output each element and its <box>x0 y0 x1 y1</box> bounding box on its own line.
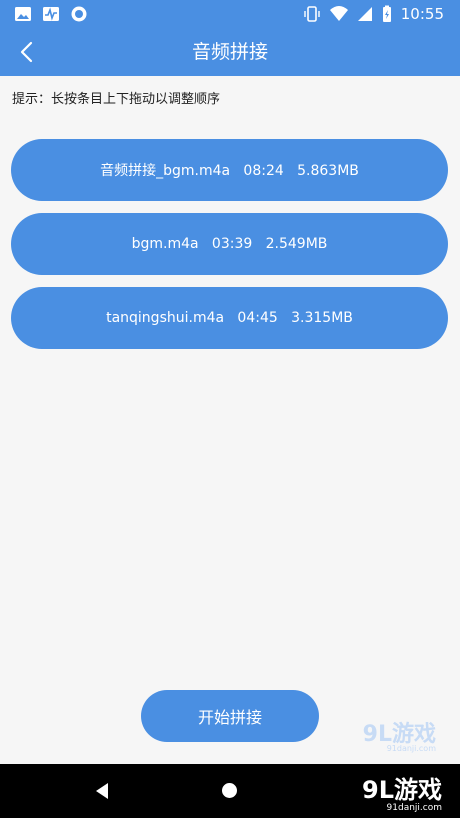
activity-notification-icon <box>43 7 59 21</box>
track-label: bgm.m4a 03:39 2.549MB <box>131 236 328 252</box>
app-bar: 音频拼接 <box>0 28 460 76</box>
nav-back-icon[interactable] <box>94 782 110 800</box>
track-item[interactable]: 音频拼接_bgm.m4a 08:24 5.863MB <box>11 139 448 201</box>
watermark-footer-site: 91danji.com <box>386 803 442 813</box>
record-notification-icon <box>71 6 87 22</box>
watermark-logo: 9L游戏 91danji.com <box>363 716 436 753</box>
track-label: 音频拼接_bgm.m4a 08:24 5.863MB <box>100 163 359 179</box>
track-list: 音频拼接_bgm.m4a 08:24 5.863MB bgm.m4a 03:39… <box>11 139 448 361</box>
track-label: tanqingshui.m4a 04:45 3.315MB <box>106 310 353 326</box>
nav-home-icon[interactable] <box>222 783 237 798</box>
status-bar: 10:55 <box>0 0 460 28</box>
track-item[interactable]: tanqingshui.m4a 04:45 3.315MB <box>11 287 448 349</box>
battery-icon <box>382 5 391 22</box>
page-title: 音频拼接 <box>191 41 268 63</box>
status-time: 10:55 <box>400 5 444 23</box>
vibrate-icon <box>304 6 320 22</box>
reorder-hint: 提示：长按条目上下拖动以调整顺序 <box>12 92 221 107</box>
start-merge-button[interactable]: 开始拼接 <box>141 690 319 742</box>
wifi-icon <box>329 6 348 21</box>
image-notification-icon <box>15 7 31 21</box>
watermark-logo-footer: 9L游戏 91danji.com <box>362 770 442 813</box>
watermark-footer-brand: 9L游戏 <box>362 776 442 804</box>
navigation-bar: 9L游戏 91danji.com <box>0 764 460 818</box>
track-item[interactable]: bgm.m4a 03:39 2.549MB <box>11 213 448 275</box>
signal-icon <box>357 7 372 21</box>
